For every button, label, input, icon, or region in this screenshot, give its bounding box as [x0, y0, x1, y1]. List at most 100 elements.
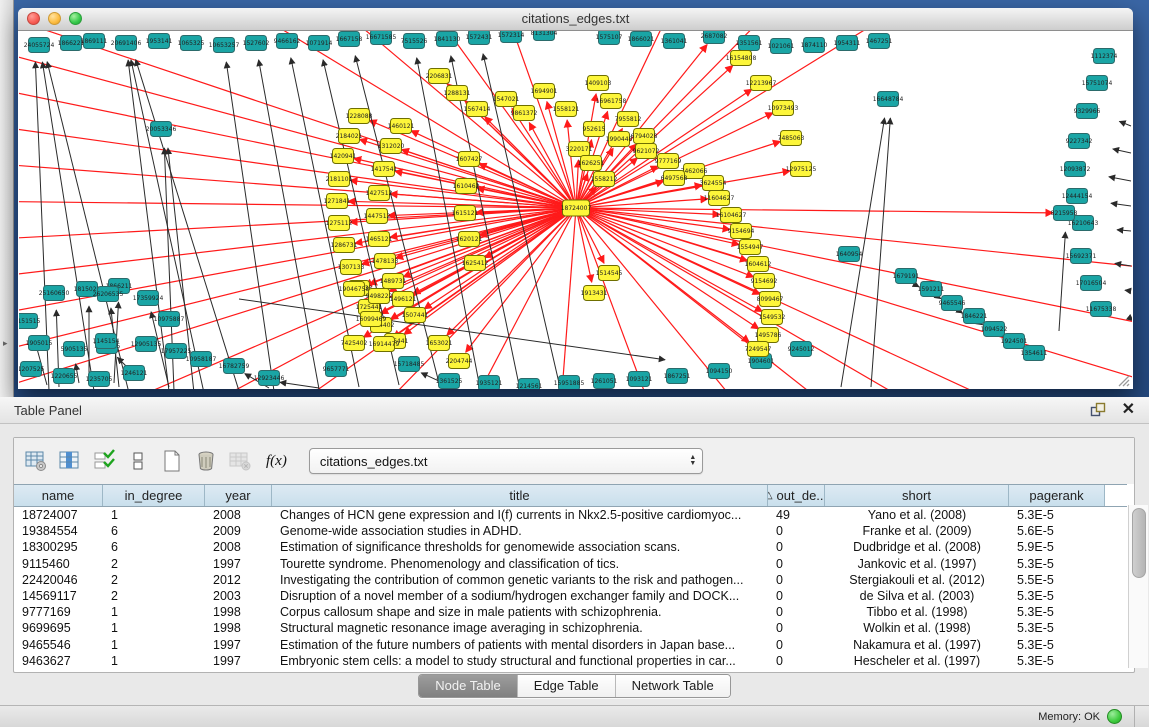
tab-node-table[interactable]: Node Table	[419, 675, 517, 697]
graph-node-label: 8131304	[531, 31, 558, 37]
table-row[interactable]: 946554611997Estimation of the future num…	[14, 637, 1127, 653]
graph-node-label: 1507441	[402, 312, 429, 319]
graph-node-label: 1354611	[1021, 350, 1048, 357]
table-cell: 0	[768, 523, 825, 539]
table-toolbar: f(x) citations_edges.txt ▲▼	[14, 438, 1134, 484]
table-cell: 1997	[205, 653, 272, 669]
graph-node-label: 9154694	[728, 228, 755, 235]
table-cell: 9465546	[14, 637, 103, 653]
table-cell: 1998	[205, 604, 272, 620]
graph-node-label: 25160650	[39, 290, 70, 297]
column-header-out_de[interactable]: △out_de...	[768, 485, 825, 506]
function-builder-button[interactable]: f(x)	[266, 453, 287, 470]
table-row[interactable]: 1872400712008Changes of HCN gene express…	[14, 507, 1127, 523]
network-canvas-svg[interactable]: 2405572418662211869111206914061953141106…	[19, 31, 1132, 389]
table-cell: 6	[103, 539, 205, 555]
table-cell: 1997	[205, 637, 272, 653]
graph-node-label: 1495786	[755, 332, 782, 339]
minimize-window-button[interactable]	[48, 12, 61, 25]
combo-selected-value: citations_edges.txt	[310, 454, 684, 469]
graph-node-label: 8099467	[757, 296, 784, 303]
table-row[interactable]: 969969511998Structural magnetic resonanc…	[14, 620, 1127, 636]
table-row[interactable]: 911546021997Tourette syndrome. Phenomeno…	[14, 556, 1127, 572]
network-canvas[interactable]: 2405572418662211869111206914061953141106…	[19, 31, 1132, 389]
graph-node-label: 1467251	[866, 38, 893, 45]
graph-node-label: 2206831	[426, 73, 453, 80]
table-cell: 1	[103, 604, 205, 620]
table-scrollbar-thumb[interactable]	[1132, 508, 1146, 578]
graph-node-label: 1725441	[356, 304, 383, 311]
graph-node-label: 1351561	[736, 40, 763, 47]
graph-node-label: 9154692	[751, 278, 778, 285]
close-panel-icon[interactable]: ✕	[1122, 402, 1135, 418]
graph-node-label: 15692371	[1066, 253, 1097, 260]
resize-grip-icon[interactable]	[1116, 373, 1130, 387]
graph-node-label: 1667158	[336, 36, 363, 43]
table-cell: Changes of HCN gene expression and I(f) …	[272, 507, 768, 523]
memory-status-indicator[interactable]	[1107, 709, 1122, 724]
graph-node-label: 1549532	[759, 314, 786, 321]
graph-node-label: 1427512	[366, 190, 393, 197]
column-header-name[interactable]: name	[14, 485, 103, 506]
row-height-button[interactable]	[124, 447, 152, 475]
table-row[interactable]: 946362711997Embryonic stem cells: a mode…	[14, 653, 1127, 669]
delete-table-button[interactable]	[226, 447, 254, 475]
tab-network-table[interactable]: Network Table	[615, 675, 730, 697]
column-header-short[interactable]: short	[825, 485, 1009, 506]
window-titlebar[interactable]: citations_edges.txt	[18, 8, 1133, 31]
table-panel-titlebar[interactable]: Table Panel ✕	[0, 397, 1149, 424]
graph-node-label: 10973493	[768, 105, 799, 112]
table-row[interactable]: 2242004622012Investigating the contribut…	[14, 572, 1127, 588]
tab-edge-table[interactable]: Edge Table	[517, 675, 615, 697]
table-panel-body: f(x) citations_edges.txt ▲▼ namein_degre…	[13, 437, 1135, 673]
table-cell: 2008	[205, 539, 272, 555]
table-cell: Hescheler et al. (1997)	[825, 653, 1009, 669]
zoom-window-button[interactable]	[69, 12, 82, 25]
graph-node-label: 1866021	[628, 36, 655, 43]
graph-node-label: 7425402	[341, 340, 368, 347]
graph-node-label: 9657771	[323, 366, 350, 373]
show-columns-button[interactable]	[56, 447, 84, 475]
table-cell: 2003	[205, 588, 272, 604]
table-cell: 1	[103, 653, 205, 669]
delete-column-button[interactable]	[192, 447, 220, 475]
graph-node-label: 15718485	[394, 361, 425, 368]
graph-node-label: 16154808	[726, 55, 757, 62]
graph-node-label: 1558121	[553, 106, 580, 113]
column-header-year[interactable]: year	[205, 485, 272, 506]
select-columns-button[interactable]	[90, 447, 118, 475]
graph-node-label: 1905015	[26, 340, 53, 347]
table-cell: Estimation of significance thresholds fo…	[272, 539, 768, 555]
graph-node-label: 1478133	[372, 258, 399, 265]
graph-node-label: 16648784	[873, 96, 904, 103]
graph-node-label: 12923446	[254, 375, 285, 382]
table-scrollbar[interactable]	[1128, 505, 1148, 668]
graph-node-label: 9227342	[1066, 138, 1093, 145]
table-row[interactable]: 977716911998Corpus callosum shape and si…	[14, 604, 1127, 620]
column-header-in_degree[interactable]: in_degree	[103, 485, 205, 506]
graph-node-label: 1307133	[338, 264, 365, 271]
create-column-button[interactable]	[158, 447, 186, 475]
table-cell: 0	[768, 620, 825, 636]
graph-node-label: 1620121	[456, 236, 483, 243]
table-cell: 5.5E-5	[1009, 572, 1105, 588]
table-select-combobox[interactable]: citations_edges.txt ▲▼	[309, 448, 703, 474]
table-cell: 1	[103, 507, 205, 523]
table-cell: Stergiakouli et al. (2012)	[825, 572, 1009, 588]
graph-node-label: 1112374	[1091, 53, 1118, 60]
graph-node-label: 6497568	[661, 175, 688, 182]
collapse-handle-icon[interactable]: ▸	[3, 338, 8, 349]
table-cell: Tourette syndrome. Phenomenology and cla…	[272, 556, 768, 572]
table-cell: 1	[103, 620, 205, 636]
table-row[interactable]: 1938455462009Genome-wide association stu…	[14, 523, 1127, 539]
table-row[interactable]: 1830029562008Estimation of significance …	[14, 539, 1127, 555]
column-header-title[interactable]: title	[272, 485, 768, 506]
table-row[interactable]: 1456911722003Disruption of a novel membe…	[14, 588, 1127, 604]
float-panel-icon[interactable]	[1090, 402, 1106, 418]
table-options-button[interactable]	[22, 447, 50, 475]
column-header-pagerank[interactable]: pagerank	[1009, 485, 1105, 506]
close-window-button[interactable]	[27, 12, 40, 25]
graph-node-label: 19046758	[339, 286, 370, 293]
table-cell: Nakamura et al. (1997)	[825, 637, 1009, 653]
graph-node-label: 1021061	[768, 43, 795, 50]
